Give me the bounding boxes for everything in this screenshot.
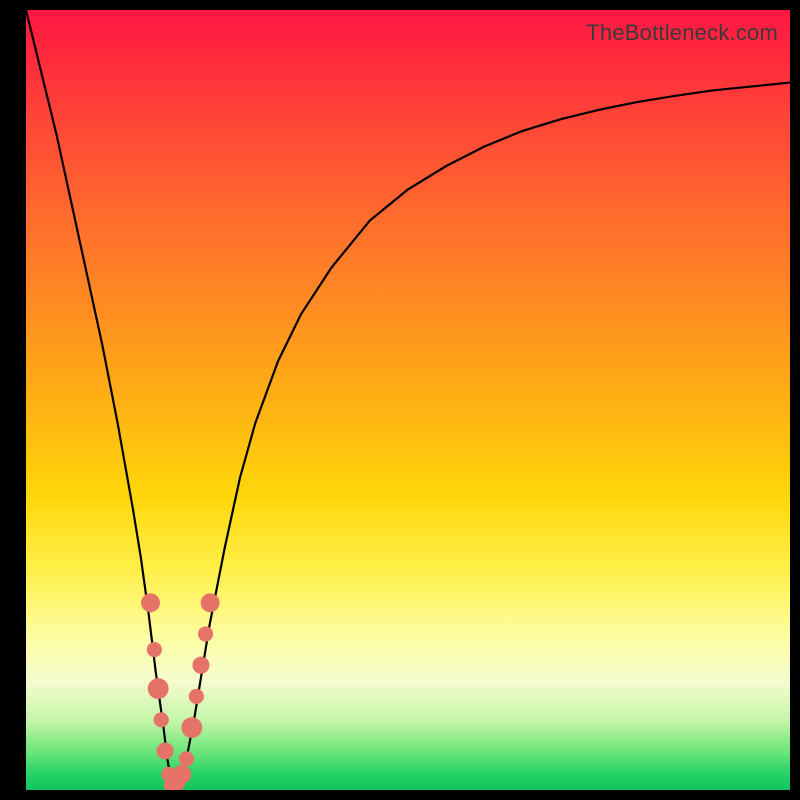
highlight-marker [201, 593, 220, 612]
highlight-marker [148, 678, 169, 699]
highlight-marker [141, 593, 160, 612]
highlight-marker [192, 657, 209, 674]
highlight-marker [154, 712, 169, 727]
chart-frame: TheBottleneck.com [0, 0, 800, 800]
bottleneck-curve [26, 10, 790, 788]
highlight-marker [172, 765, 191, 784]
chart-svg [26, 10, 790, 790]
highlight-marker [179, 751, 194, 766]
highlight-marker [189, 689, 204, 704]
highlight-marker [147, 642, 162, 657]
highlight-marker [198, 626, 213, 641]
plot-area: TheBottleneck.com [26, 10, 790, 790]
highlight-marker [181, 717, 202, 738]
highlight-marker [157, 742, 174, 759]
